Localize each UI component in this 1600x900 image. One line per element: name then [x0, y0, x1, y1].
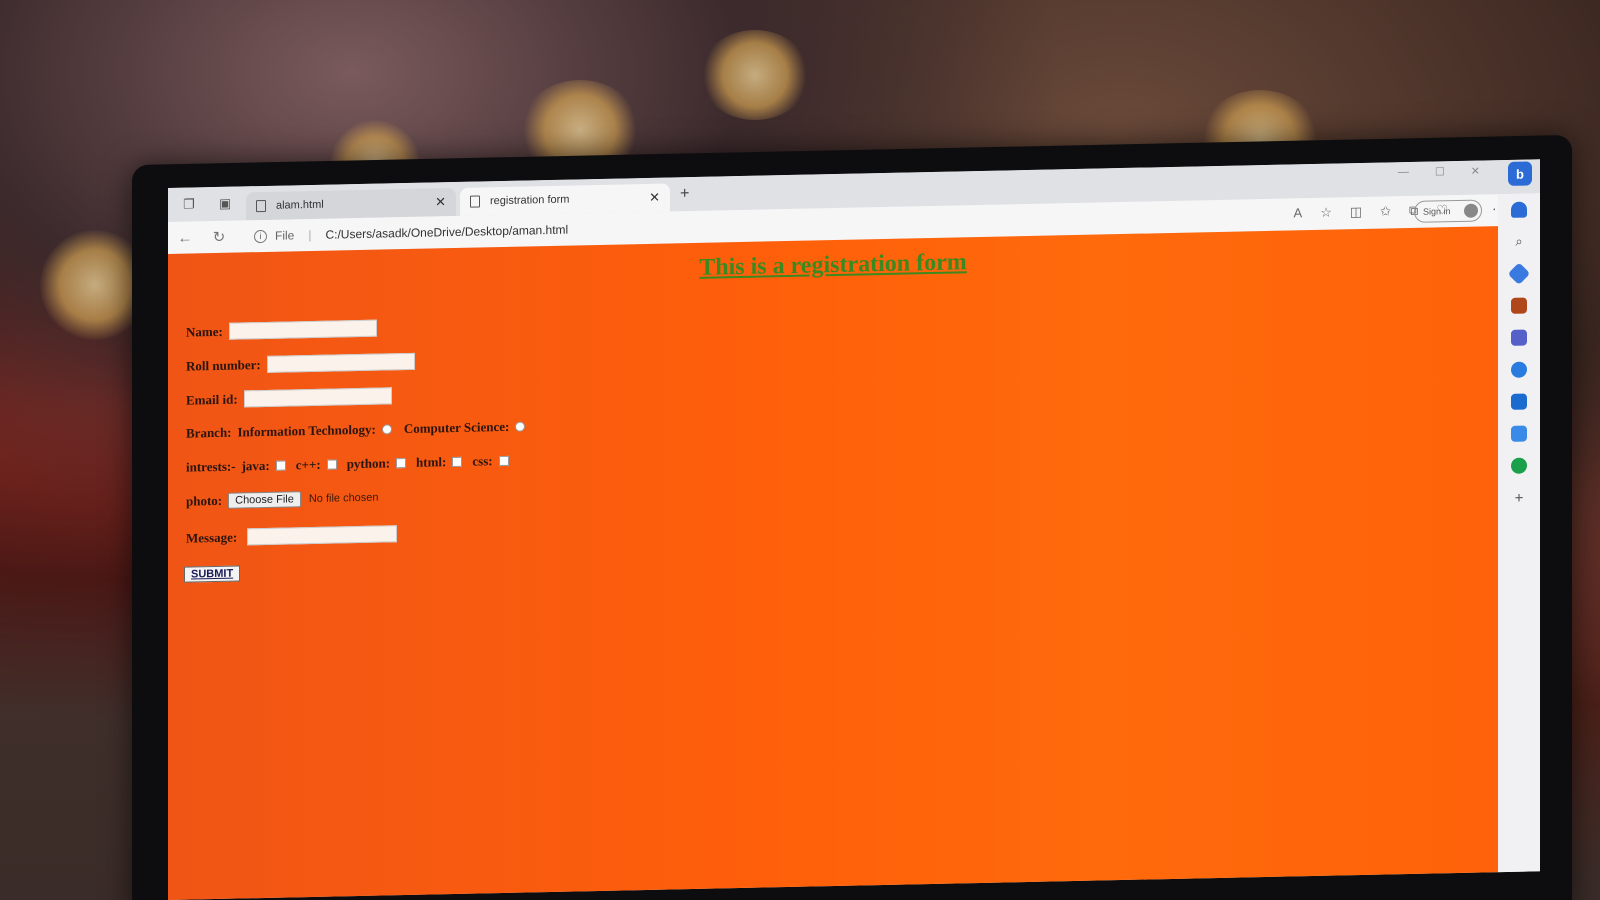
tab-actions-icon[interactable]: ▣	[210, 190, 240, 217]
branch-cs-radio[interactable]	[515, 421, 526, 432]
bedsheet-flower	[700, 30, 810, 120]
interest-label: c++:	[295, 456, 321, 473]
outlook-icon[interactable]	[1511, 393, 1527, 410]
interest-cpp-checkbox[interactable]	[326, 459, 337, 470]
people-icon[interactable]	[1511, 329, 1527, 346]
name-label: Name:	[186, 323, 223, 340]
address-bar[interactable]: i File | C:/Users/asadk/OneDrive/Desktop…	[254, 223, 568, 244]
address-separator: |	[308, 227, 312, 243]
interest-label: python:	[346, 455, 391, 472]
tab-alam[interactable]: alam.html ✕	[246, 187, 456, 221]
read-aloud-icon[interactable]: A	[1294, 205, 1303, 221]
branch-option-label: Computer Science:	[403, 418, 510, 437]
name-row: Name:	[186, 319, 377, 341]
bing-copilot-icon[interactable]: b	[1508, 161, 1532, 186]
window-controls: — ☐ ✕	[1398, 165, 1480, 180]
branch-it-radio[interactable]	[381, 424, 392, 435]
branch-row: Branch: Information Technology: Computer…	[186, 418, 537, 441]
message-input[interactable]	[247, 525, 398, 546]
interests-label: intrests:-	[186, 458, 236, 475]
interest-java-checkbox[interactable]	[275, 460, 286, 471]
close-icon[interactable]: ✕	[649, 190, 660, 206]
interests-row: intrests:- java: c++: python: html: css:	[186, 453, 519, 476]
maximize-icon[interactable]: ☐	[1435, 165, 1445, 178]
tab-label: alam.html	[276, 198, 324, 212]
close-window-icon[interactable]: ✕	[1471, 165, 1480, 178]
shopping-icon[interactable]	[1511, 425, 1527, 442]
message-label: Message:	[186, 529, 238, 546]
photo-row: photo: Choose File No file chosen	[186, 490, 379, 510]
interest-label: html:	[416, 454, 447, 470]
info-icon[interactable]: i	[254, 229, 267, 243]
minimize-icon[interactable]: —	[1398, 166, 1409, 179]
url-text[interactable]: C:/Users/asadk/OneDrive/Desktop/aman.htm…	[325, 223, 568, 242]
office-icon[interactable]	[1511, 361, 1527, 378]
document-icon	[470, 195, 480, 208]
tab-label: registration form	[490, 193, 570, 208]
branch-label: Branch:	[186, 424, 232, 441]
interest-label: css:	[472, 453, 493, 469]
bell-icon[interactable]	[1511, 201, 1527, 218]
split-screen-icon[interactable]: ◫	[1350, 204, 1362, 220]
photo-label: photo:	[186, 492, 223, 509]
submit-button[interactable]: SUBMIT	[184, 565, 241, 583]
page-viewport: This is a registration form Name: Roll n…	[168, 226, 1498, 900]
email-row: Email id:	[186, 387, 392, 408]
roll-label: Roll number:	[186, 356, 261, 374]
name-input[interactable]	[228, 319, 377, 340]
sign-in-button[interactable]: Sign in	[1414, 199, 1482, 223]
favorites-icon[interactable]: ✩	[1380, 203, 1391, 219]
refresh-icon[interactable]: ↻	[202, 228, 236, 247]
favorite-star-icon[interactable]: ☆	[1320, 205, 1332, 221]
search-icon[interactable]: ⌕	[1511, 234, 1527, 250]
add-icon[interactable]: +	[1511, 489, 1527, 506]
laptop-screen: ❐ ▣ alam.html ✕ registration form ✕ + — …	[168, 159, 1540, 900]
roll-row: Roll number:	[186, 352, 415, 375]
document-icon	[256, 199, 266, 213]
back-arrow-icon[interactable]: ←	[168, 229, 202, 247]
interest-html-checkbox[interactable]	[452, 456, 463, 468]
avatar	[1464, 203, 1478, 218]
interest-python-checkbox[interactable]	[396, 458, 407, 469]
choose-file-button[interactable]: Choose File	[228, 491, 301, 509]
new-tab-button[interactable]: +	[680, 185, 689, 203]
email-input[interactable]	[243, 387, 392, 408]
email-label: Email id:	[186, 391, 238, 408]
close-icon[interactable]: ✕	[435, 194, 446, 210]
interest-css-checkbox[interactable]	[498, 455, 509, 467]
games-icon[interactable]	[1511, 457, 1527, 474]
interest-label: java:	[241, 457, 270, 474]
edge-sidebar: ⌕ +	[1498, 193, 1540, 875]
tag-icon[interactable]	[1507, 262, 1531, 286]
message-row: Message:	[186, 525, 398, 546]
sign-in-label: Sign in	[1423, 206, 1451, 217]
briefcase-icon[interactable]	[1511, 297, 1527, 314]
roll-number-input[interactable]	[266, 352, 415, 373]
tab-registration-form[interactable]: registration form ✕	[460, 183, 670, 216]
branch-option-label: Information Technology:	[237, 421, 376, 440]
workspaces-icon[interactable]: ❐	[174, 191, 204, 218]
scheme-label: File	[275, 228, 295, 243]
file-status: No file chosen	[308, 491, 379, 506]
